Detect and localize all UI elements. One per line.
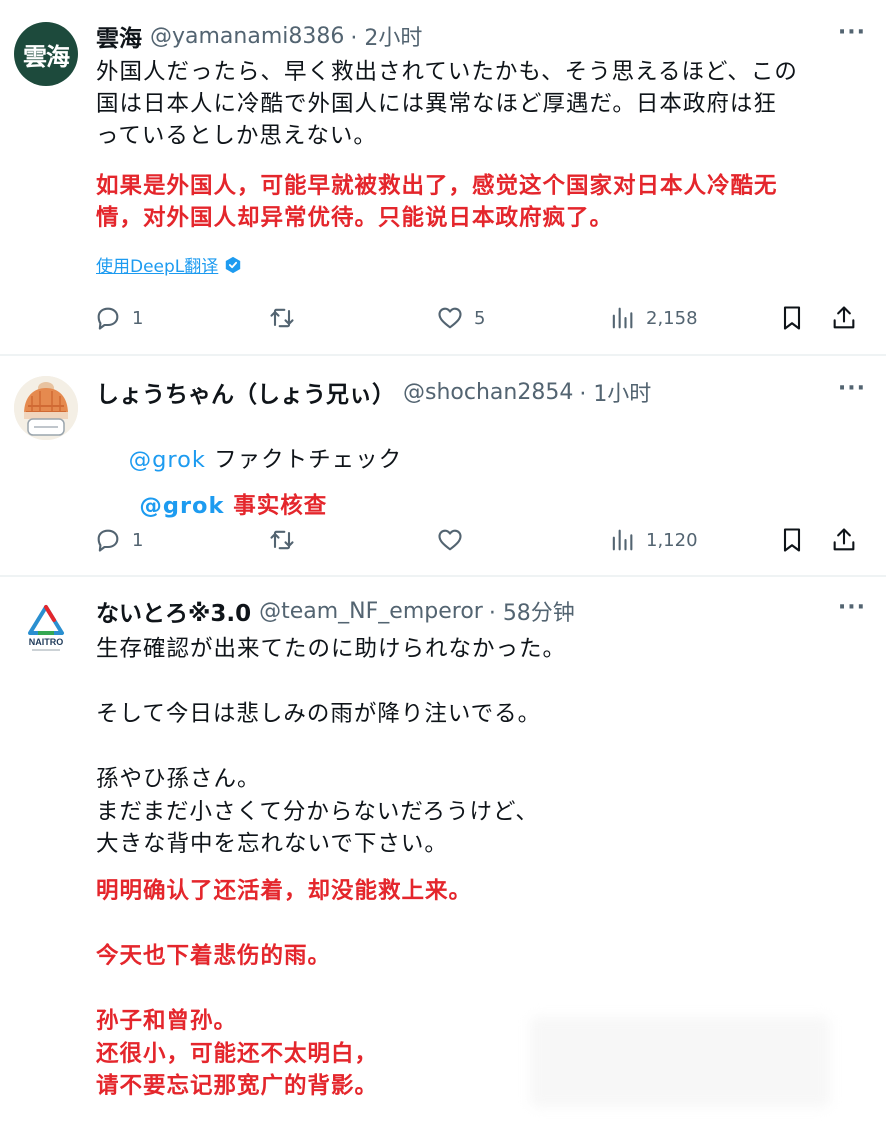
retweet-button[interactable] xyxy=(268,520,306,560)
username[interactable]: @shochan2854 xyxy=(403,380,573,405)
views-button[interactable]: 1,120 xyxy=(608,520,698,560)
translation-body: 事实核查 xyxy=(224,493,328,519)
tweet-1[interactable]: 雲海 雲海 @yamanami8386 · 2小时 ··· 外国人だったら、早く… xyxy=(0,0,886,354)
more-options-icon[interactable]: ··· xyxy=(838,376,866,401)
display-name[interactable]: 雲海 xyxy=(96,19,142,53)
avatar[interactable] xyxy=(14,376,78,440)
tweet-translation: 如果是外国人，可能早就被救出了，感觉这个国家对日本人冷酷无 情，对外国人却异常优… xyxy=(96,173,778,231)
tweet-3[interactable]: NAITRO ないとろ※3.0 @team_NF_emperor · 58分钟 … xyxy=(0,577,886,1132)
avatar[interactable]: NAITRO xyxy=(14,595,78,659)
deepl-label: 使用DeepL翻译 xyxy=(96,257,219,277)
retweet-button[interactable] xyxy=(268,298,306,338)
reply-button[interactable]: 1 xyxy=(94,298,143,338)
tweet-2[interactable]: しょうちゃん（しょう兄ぃ） @shochan2854 · 1小时 ··· @gr… xyxy=(0,356,886,574)
more-options-icon[interactable]: ··· xyxy=(838,595,866,620)
heart-icon xyxy=(438,529,462,551)
deepl-translate-link[interactable]: 使用DeepL翻译 xyxy=(96,252,242,277)
reply-count: 1 xyxy=(132,307,144,329)
retweet-icon xyxy=(270,530,294,550)
tweet-header: 雲海 @yamanami8386 · 2小时 ··· xyxy=(96,20,866,52)
tweet-actions: 1 1,120 xyxy=(0,520,886,560)
views-chart-icon xyxy=(612,307,633,329)
views-button[interactable]: 2,158 xyxy=(608,298,698,338)
share-button[interactable] xyxy=(830,298,858,338)
tweet-text: 外国人だったら、早く救出されていたかも、そう思えるほど、この 国は日本人に冷酷で… xyxy=(96,59,798,149)
heart-icon xyxy=(438,307,462,329)
translation-mention: @grok xyxy=(139,493,225,519)
tweet-text: 生存確認が出来てたのに助けられなかった。 そして今日は悲しみの雨が降り注いでる。… xyxy=(96,636,567,857)
like-button[interactable] xyxy=(436,520,474,560)
deepl-badge-icon xyxy=(226,256,241,273)
retweet-icon xyxy=(270,308,294,328)
timestamp[interactable]: · 1小时 xyxy=(579,376,651,408)
share-button[interactable] xyxy=(830,520,858,560)
avatar-text: NAITRO xyxy=(29,637,64,647)
share-icon xyxy=(833,528,855,551)
views-count: 2,158 xyxy=(646,307,698,329)
tweet-header: ないとろ※3.0 @team_NF_emperor · 58分钟 ··· xyxy=(96,595,866,627)
reply-icon xyxy=(97,307,119,330)
tweet-actions: 1 5 2,158 xyxy=(0,298,886,338)
username[interactable]: @team_NF_emperor xyxy=(259,599,483,624)
views-chart-icon xyxy=(612,529,633,551)
reply-icon xyxy=(97,529,119,552)
timestamp[interactable]: · 2小时 xyxy=(350,20,422,52)
avatar[interactable]: 雲海 xyxy=(14,22,78,86)
avatar-illustration xyxy=(14,376,78,440)
reply-count: 1 xyxy=(132,529,144,551)
views-count: 1,120 xyxy=(646,529,698,551)
bookmark-button[interactable] xyxy=(778,520,806,560)
naitro-logo-icon: NAITRO xyxy=(14,595,78,659)
bookmark-icon xyxy=(783,306,801,330)
display-name[interactable]: しょうちゃん（しょう兄ぃ） xyxy=(96,375,395,409)
like-count: 5 xyxy=(474,307,486,329)
bookmark-icon xyxy=(783,528,801,552)
more-options-icon[interactable]: ··· xyxy=(838,20,866,45)
bookmark-button[interactable] xyxy=(778,298,806,338)
like-button[interactable]: 5 xyxy=(436,298,485,338)
share-icon xyxy=(833,306,855,329)
avatar-text: 雲海 xyxy=(23,42,70,71)
display-name[interactable]: ないとろ※3.0 xyxy=(96,594,251,628)
tweet-header: しょうちゃん（しょう兄ぃ） @shochan2854 · 1小时 ··· xyxy=(96,376,866,408)
timestamp[interactable]: · 58分钟 xyxy=(489,595,575,627)
reply-button[interactable]: 1 xyxy=(94,520,143,560)
username[interactable]: @yamanami8386 xyxy=(150,24,344,49)
blurred-overlay xyxy=(530,1017,830,1107)
